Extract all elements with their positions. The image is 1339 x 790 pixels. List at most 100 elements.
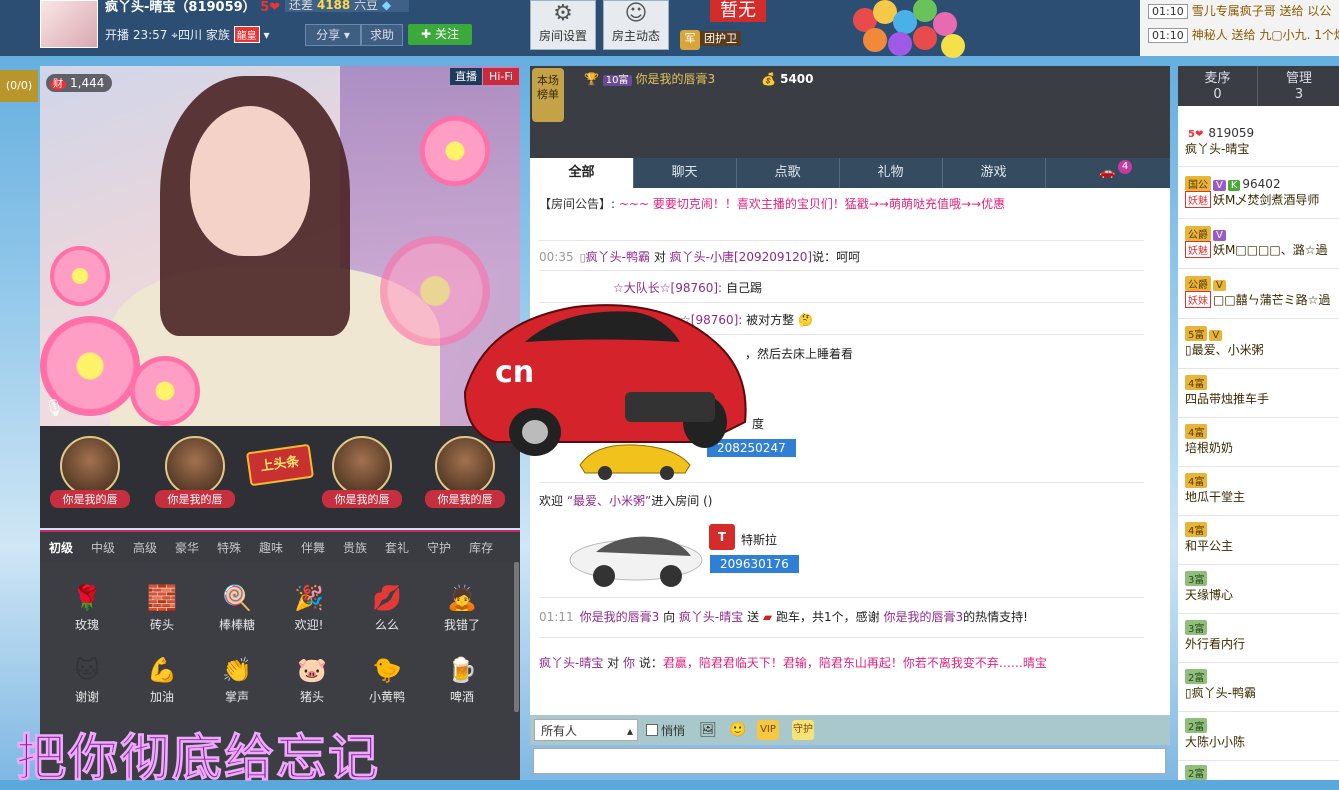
gift-tab[interactable]: 趣味 — [259, 532, 283, 564]
gift-tab[interactable]: 库存 — [469, 532, 493, 564]
gift-item[interactable]: 👏 掌声 — [207, 654, 267, 705]
gift-tab[interactable]: 贵族 — [343, 532, 367, 564]
location-icon: ⌖ — [171, 28, 178, 42]
phone-icon: ▯ — [1185, 343, 1192, 357]
duck-icon: 🐤 — [372, 656, 402, 684]
seat[interactable]: 你是我的唇 — [322, 436, 402, 524]
private-message: 疯丫头-晴宝 对 你 说：君赢，陪君君临天下！君输，陪君东山再起！你若不离我变不… — [539, 656, 1047, 670]
gift-item[interactable]: 🌹 玫瑰 — [57, 582, 117, 633]
kiss-icon: 💋 — [372, 584, 402, 612]
gift-item[interactable]: 🐤 小黄鸭 — [357, 654, 417, 705]
tab-admins[interactable]: 管理 3 — [1259, 66, 1339, 106]
pig-icon: 🐷 — [297, 656, 327, 684]
user-list-item[interactable]: 3富 天缘博心 — [1178, 567, 1339, 614]
gift-tab[interactable]: 套礼 — [385, 532, 409, 564]
phone-icon: ▯ — [1185, 686, 1192, 700]
hifi-badge[interactable]: Hi-Fi — [483, 68, 519, 85]
tab-mic-queue[interactable]: 麦序 0 — [1178, 66, 1258, 106]
gift-item[interactable]: 🧱 砖头 — [132, 582, 192, 633]
gift-tab[interactable]: 守护 — [427, 532, 451, 564]
beer-icon: 🍺 — [447, 656, 477, 684]
emoji-icon[interactable]: 🙂 — [727, 720, 749, 740]
gift-scrollbar[interactable] — [514, 562, 519, 712]
car-count-badge: 4 — [1118, 160, 1132, 174]
seat[interactable]: 你是我的唇 — [155, 436, 235, 524]
gift-tab[interactable]: 中级 — [91, 532, 115, 564]
user-list-item[interactable]: 5富 V ▯最爱、小米粥 — [1178, 322, 1339, 369]
gift-item[interactable]: 🐱 谢谢 — [57, 654, 117, 705]
whisper-checkbox[interactable]: 悄悄 — [646, 722, 685, 739]
fortune-counter: 财 1,444 — [46, 74, 113, 92]
recipient-select[interactable]: 所有人 ▴ — [534, 719, 638, 741]
rank-entry[interactable]: 🏆 10富 你是我的唇膏3 💰 5400 — [584, 70, 814, 87]
gift-tab[interactable]: 高级 — [133, 532, 157, 564]
shield-icon: 军 — [680, 30, 700, 50]
user-list-item[interactable]: 3富 外行看内行 — [1178, 616, 1339, 663]
seat-avatar — [332, 436, 392, 496]
user-list-item[interactable]: 4富 四品带烛推车手 — [1178, 371, 1339, 418]
gift-item[interactable]: 🐷 猪头 — [282, 654, 342, 705]
tab-all[interactable]: 全部 — [530, 158, 634, 188]
apple-icon: () — [703, 494, 713, 508]
tab-cars[interactable]: 🚗 — [1045, 158, 1170, 188]
applause-icon: 👏 — [222, 656, 252, 684]
apology-icon: 🙇 — [447, 584, 477, 612]
chevron-down-icon[interactable]: ▾ — [264, 28, 270, 42]
gift-item[interactable]: 🍺 啤酒 — [432, 654, 492, 705]
family-badge[interactable]: 龍皇 — [233, 26, 260, 43]
share-button[interactable]: 分享 ▾ — [305, 24, 361, 46]
gift-item[interactable]: 💪 加油 — [132, 654, 192, 705]
gift-tab[interactable]: 初级 — [49, 532, 74, 566]
image-icon[interactable]: 🖼 — [697, 720, 719, 740]
tab-song[interactable]: 点歌 — [736, 158, 840, 188]
gift-item[interactable]: 🙇 我错了 — [432, 582, 492, 633]
host-feed-button[interactable]: ☺ 房主动态 — [603, 0, 669, 50]
gift-tab[interactable]: 特殊 — [217, 532, 241, 564]
gift-tab[interactable]: 伴舞 — [301, 532, 325, 564]
follow-button[interactable]: ✚ 关注 — [408, 24, 472, 45]
user-list-item[interactable]: 2富 — [1178, 763, 1339, 780]
user-list-item[interactable]: 2富 大陈小小陈 — [1178, 714, 1339, 761]
gift-item[interactable]: 🎉 欢迎! — [279, 582, 339, 633]
tab-gift[interactable]: 礼物 — [839, 158, 943, 188]
gift-item[interactable]: 🍭 棒棒糖 — [207, 582, 267, 633]
vip-icon[interactable]: VIP — [757, 720, 779, 740]
message-input[interactable] — [533, 748, 1166, 774]
heart-icon: ❤ — [269, 0, 281, 15]
user-list-item[interactable]: 公爵 V 妖妹 □□囍ㄣ蒲芒ミ路☆過 — [1178, 272, 1339, 319]
chat-message: 00:35 ▯疯丫头-鸭霸 对 疯丫头-小唐[209209120]说：呵呵 — [539, 250, 861, 264]
tesla-car-image — [569, 536, 703, 587]
lyrics-overlay: 把你彻底给忘记 — [16, 728, 380, 788]
host-level-badge: 5 — [260, 0, 270, 15]
seat-avatar — [60, 436, 120, 496]
room-settings-button[interactable]: ⚙ 房间设置 — [530, 0, 596, 50]
user-list-item[interactable]: 公爵 V 妖魅 妖M□□□□、潞☆過 — [1178, 222, 1339, 269]
user-icon: ☺ — [624, 1, 648, 26]
coin-icon: 💰 — [761, 72, 777, 86]
trophy-icon: 🏆 — [584, 72, 599, 86]
video-stream[interactable] — [40, 66, 520, 426]
microphone-icon[interactable]: 🎙 — [44, 398, 64, 420]
tab-game[interactable]: 游戏 — [942, 158, 1046, 188]
left-panel-tab[interactable]: (0/0) — [0, 70, 38, 102]
gift-tab[interactable]: 豪华 — [175, 532, 199, 564]
guard-icon[interactable]: 守护 — [792, 720, 814, 740]
tab-chat[interactable]: 聊天 — [633, 158, 737, 188]
user-list-item[interactable]: 4富 地瓜干堂主 — [1178, 469, 1339, 516]
gift-item[interactable]: 💋 么么 — [357, 582, 417, 633]
user-list-item[interactable]: 2富 ▯疯丫头-鸭霸 — [1178, 665, 1339, 712]
seat[interactable]: 你是我的唇 — [50, 436, 130, 524]
user-list-item[interactable]: 4富 培根奶奶 — [1178, 420, 1339, 467]
headline-slot[interactable]: 暂无 — [710, 0, 766, 22]
user-list-item[interactable]: 国公 V K 96402 妖魅 妖M乄焚剑煮酒导师 — [1178, 172, 1339, 219]
help-button[interactable]: 求助 — [361, 24, 403, 46]
level-gap: 还差 4188 六豆 ◆ — [285, 0, 409, 12]
room-announcement: 【房间公告】: ~~~ 要要切克闹！！喜欢主播的宝贝们！猛戳→→萌萌哒充值哦→→… — [539, 197, 1006, 211]
gift-feed-item: 01:10 神秘人 送给 九▢小九. 1个烟 — [1148, 26, 1339, 43]
guard-button[interactable]: 军团护卫 — [680, 30, 741, 52]
host-avatar[interactable] — [40, 0, 98, 48]
rank-label[interactable]: 本场榜单 — [532, 68, 564, 122]
user-list-item[interactable]: 5❤ 819059 疯丫头-晴宝 — [1178, 122, 1339, 167]
user-list-item[interactable]: 4富 和平公主 — [1178, 518, 1339, 565]
chat-message: ，然后去床上睡着看 — [745, 347, 854, 361]
